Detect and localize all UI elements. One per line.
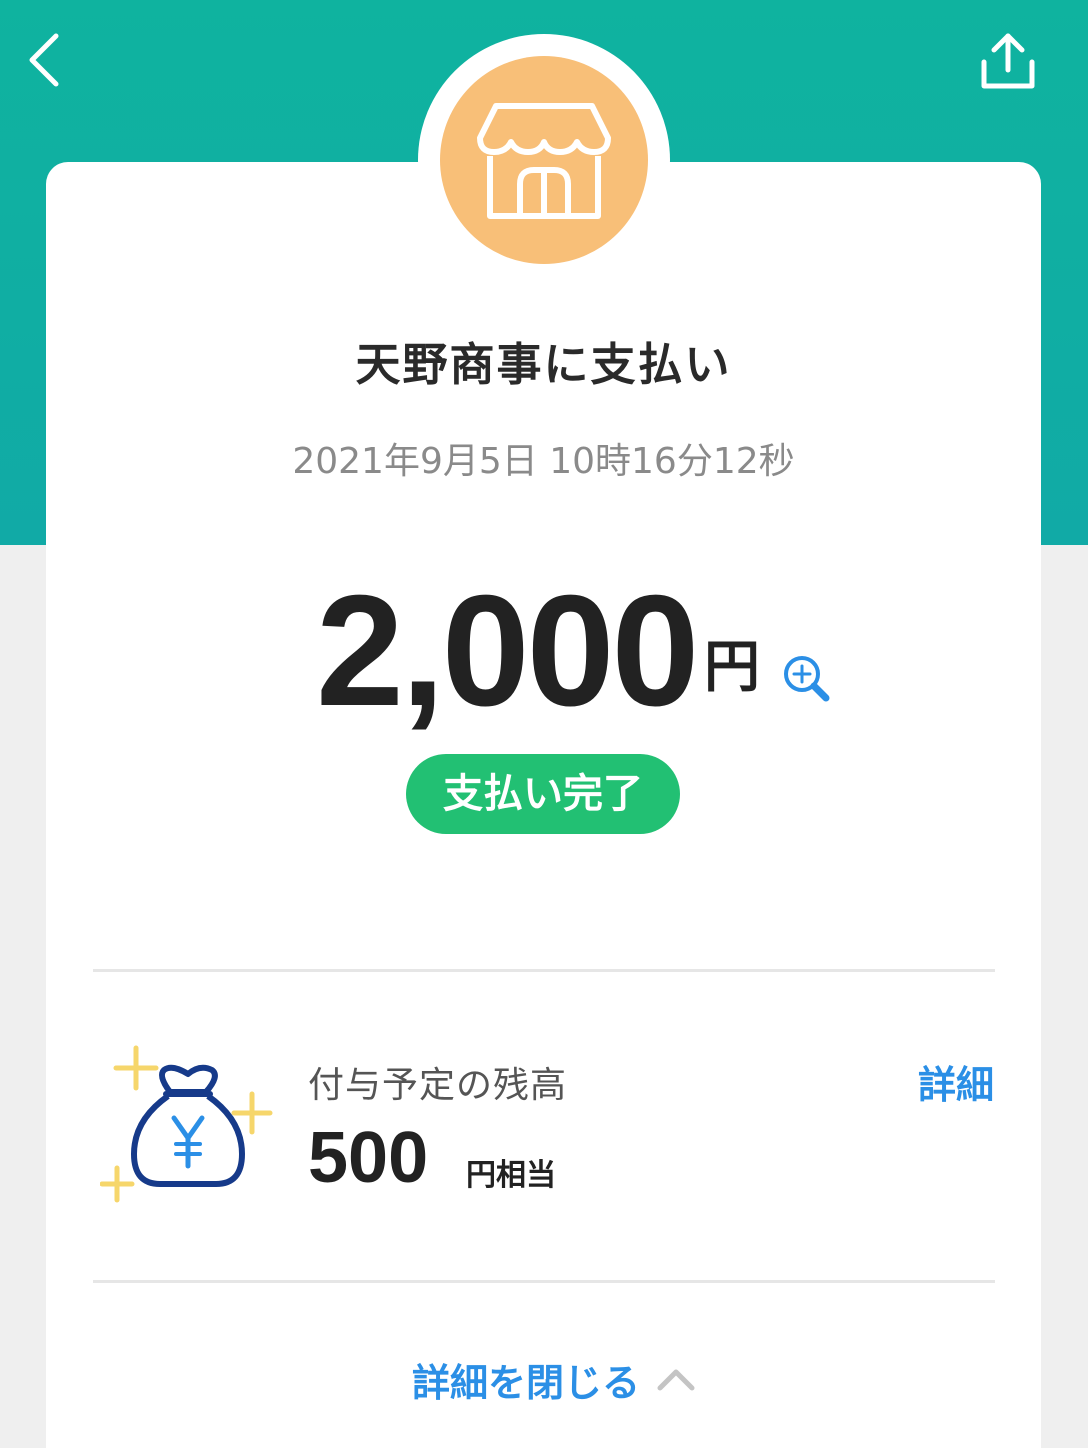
zoom-in-icon: [784, 656, 830, 702]
close-details-label: 詳細を閉じる: [412, 1360, 641, 1405]
divider: [93, 1280, 995, 1283]
payment-amount: 2,000: [316, 563, 699, 739]
close-details-button[interactable]: 詳細を閉じる: [412, 1354, 696, 1405]
store-icon: [477, 103, 611, 219]
chevron-up-icon: [657, 1369, 695, 1391]
chevron-left-icon: [29, 33, 59, 87]
points-label: 付与予定の残高: [308, 1065, 568, 1106]
money-bag-icon: [100, 1045, 273, 1203]
payment-detail-screen: 天野商事に支払い 2021年9月5日 10時16分12秒 2,000 円 支払い…: [0, 0, 1088, 1448]
merchant-title: 天野商事に支払い: [355, 338, 732, 391]
details-link[interactable]: 詳細: [918, 1054, 994, 1109]
zoom-button[interactable]: [780, 654, 834, 704]
divider: [93, 969, 995, 972]
points-unit: 円相当: [466, 1158, 556, 1193]
share-icon: [981, 33, 1035, 89]
points-value: 500: [308, 1118, 429, 1198]
share-button[interactable]: [976, 28, 1040, 94]
back-button[interactable]: [22, 28, 72, 92]
payment-datetime: 2021年9月5日 10時16分12秒: [292, 441, 795, 482]
currency-unit: 円: [704, 635, 760, 700]
status-badge: 支払い完了: [406, 754, 680, 834]
